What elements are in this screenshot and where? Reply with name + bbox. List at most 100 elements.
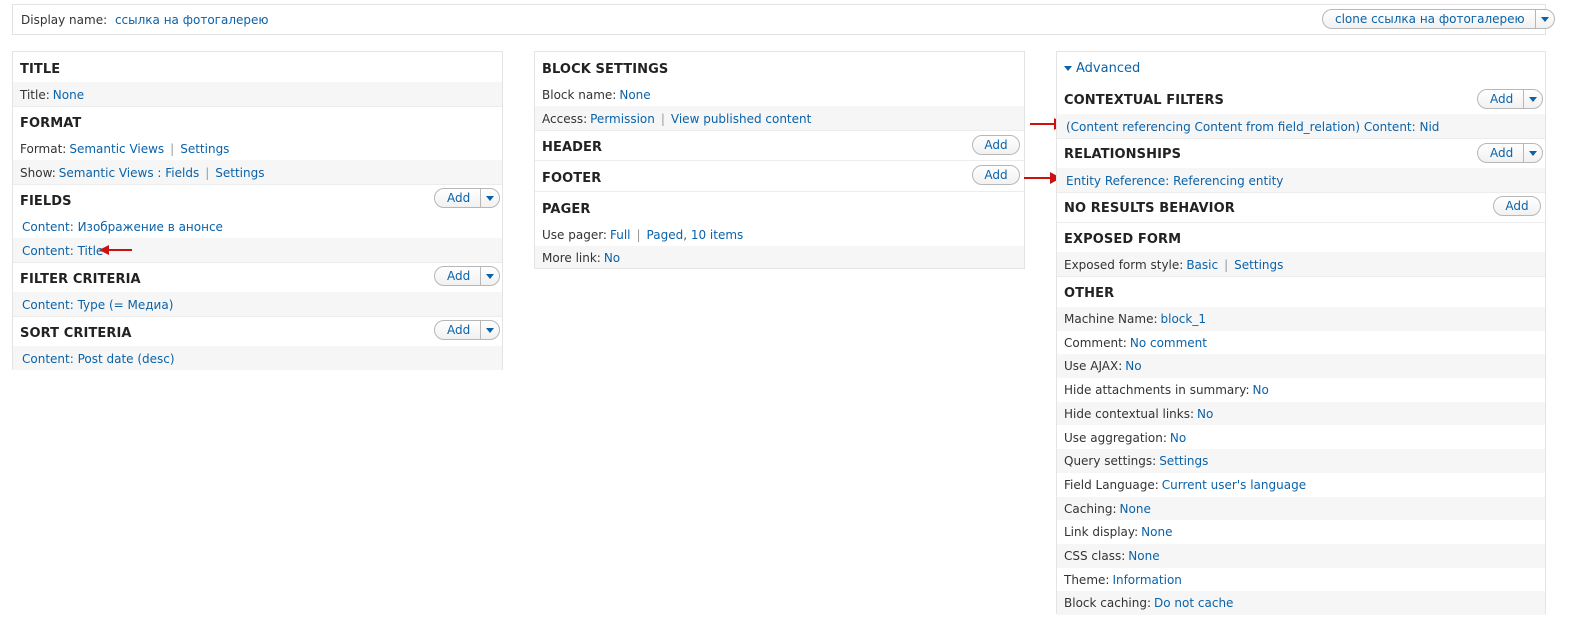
access-row: Access: Permission | View published content bbox=[535, 106, 1024, 130]
display-name-link[interactable]: ссылка на фотогалерею bbox=[115, 13, 269, 27]
exposed-form-label: Exposed form style: bbox=[1064, 258, 1184, 272]
clone-display-label[interactable]: clone ссылка на фотогалерею bbox=[1323, 10, 1535, 28]
other-setting-value-link[interactable]: None bbox=[1141, 525, 1172, 539]
other-setting-row: Hide contextual links: No bbox=[1057, 401, 1545, 426]
other-setting-value-link[interactable]: Current user's language bbox=[1162, 478, 1306, 492]
other-setting-item: Theme: Information bbox=[1064, 573, 1182, 587]
field-link-image[interactable]: Content: Изображение в анонсе bbox=[22, 220, 223, 234]
other-setting-item: Block caching: Do not cache bbox=[1064, 596, 1233, 610]
show-settings-link[interactable]: Settings bbox=[215, 166, 264, 180]
other-setting-value-link[interactable]: No bbox=[1197, 407, 1213, 421]
no-results-heading: NO RESULTS BEHAVIOR bbox=[1064, 201, 1235, 216]
other-setting-value-link[interactable]: block_1 bbox=[1161, 312, 1206, 326]
relationship-link[interactable]: Entity Reference: Referencing entity bbox=[1066, 174, 1283, 188]
header-add-button[interactable]: Add bbox=[972, 135, 1020, 155]
relationships-heading: RELATIONSHIPS bbox=[1064, 147, 1182, 162]
access-label: Access: bbox=[542, 112, 588, 126]
show-value-link[interactable]: Semantic Views : Fields bbox=[59, 166, 199, 180]
exposed-form-heading: EXPOSED FORM bbox=[1064, 232, 1182, 247]
use-pager-row: Use pager: Full | Paged, 10 items bbox=[535, 222, 1024, 246]
fields-section-heading: FIELDS bbox=[20, 194, 72, 209]
other-setting-label: Field Language: bbox=[1064, 477, 1159, 492]
pager-items-link[interactable]: Paged, 10 items bbox=[647, 228, 744, 242]
filter-add-button[interactable]: Add bbox=[434, 266, 501, 286]
other-setting-value-link[interactable]: No comment bbox=[1130, 336, 1207, 350]
contextual-filter-link[interactable]: (Content referencing Content from field_… bbox=[1066, 120, 1439, 134]
other-setting-item: Link display: None bbox=[1064, 525, 1172, 539]
show-item: Show: Semantic Views : Fields | Settings bbox=[20, 166, 265, 180]
other-setting-row: Comment: No comment bbox=[1057, 331, 1545, 355]
sort-add-label[interactable]: Add bbox=[435, 321, 480, 339]
use-pager-link[interactable]: Full bbox=[610, 228, 631, 242]
field-row: Content: Изображение в анонсе bbox=[13, 214, 502, 238]
relationships-add-label[interactable]: Add bbox=[1478, 144, 1523, 162]
no-results-add-button[interactable]: Add bbox=[1493, 196, 1541, 216]
other-setting-value-link[interactable]: None bbox=[1128, 549, 1159, 563]
more-link-value[interactable]: No bbox=[604, 251, 620, 265]
other-setting-value-link[interactable]: Information bbox=[1112, 573, 1181, 587]
title-value-link[interactable]: None bbox=[53, 88, 84, 102]
access-extra-link[interactable]: View published content bbox=[671, 112, 811, 126]
format-value-link[interactable]: Semantic Views bbox=[69, 142, 164, 156]
contextual-add-label[interactable]: Add bbox=[1478, 90, 1523, 108]
more-link-row: More link: No bbox=[535, 246, 1024, 268]
other-setting-row: Query settings: Settings bbox=[1057, 449, 1545, 473]
fields-add-dropdown[interactable] bbox=[480, 189, 499, 207]
chevron-down-icon bbox=[1540, 16, 1549, 22]
fields-add-label[interactable]: Add bbox=[435, 189, 480, 207]
other-setting-item: Use AJAX: No bbox=[1064, 359, 1142, 373]
block-name-link[interactable]: None bbox=[619, 88, 650, 102]
red-arrow-icon bbox=[99, 245, 132, 255]
advanced-label[interactable]: Advanced bbox=[1076, 61, 1140, 76]
other-setting-row: Caching: None bbox=[1057, 496, 1545, 521]
advanced-toggle[interactable]: Advanced bbox=[1064, 61, 1140, 76]
field-link-title[interactable]: Content: Title bbox=[22, 244, 103, 258]
display-name: Display name: ссылка на фотогалерею bbox=[21, 13, 268, 27]
header-section-heading: HEADER bbox=[542, 140, 603, 155]
other-setting-label: Link display: bbox=[1064, 525, 1139, 540]
relationships-add-button[interactable]: Add bbox=[1477, 143, 1544, 163]
format-label: Format: bbox=[20, 142, 67, 156]
filter-row: Content: Type (= Медиа) bbox=[13, 292, 502, 316]
exposed-form-item: Exposed form style: Basic | Settings bbox=[1064, 258, 1284, 272]
other-setting-value-link[interactable]: None bbox=[1120, 502, 1151, 516]
exposed-form-settings-link[interactable]: Settings bbox=[1234, 258, 1283, 272]
format-settings-link[interactable]: Settings bbox=[180, 142, 229, 156]
contextual-add-dropdown[interactable] bbox=[1523, 90, 1542, 108]
other-setting-value-link[interactable]: No bbox=[1253, 383, 1269, 397]
triangle-down-icon bbox=[1064, 66, 1072, 71]
block-name-label: Block name: bbox=[542, 88, 617, 102]
access-permission-link[interactable]: Permission bbox=[590, 112, 655, 126]
relationships-add-dropdown[interactable] bbox=[1523, 144, 1542, 162]
other-setting-label: Theme: bbox=[1064, 572, 1110, 587]
sort-section-heading: SORT CRITERIA bbox=[20, 326, 132, 341]
clone-dropdown-toggle[interactable] bbox=[1534, 10, 1554, 28]
sort-link-postdate[interactable]: Content: Post date (desc) bbox=[22, 352, 175, 366]
right-column: Advanced CONTEXTUAL FILTERS Add (Content… bbox=[1056, 51, 1546, 616]
contextual-row: (Content referencing Content from field_… bbox=[1057, 114, 1545, 138]
footer-add-button[interactable]: Add bbox=[972, 165, 1020, 185]
fields-add-button[interactable]: Add bbox=[434, 188, 501, 208]
other-setting-value-link[interactable]: No bbox=[1170, 431, 1186, 445]
sort-add-button[interactable]: Add bbox=[434, 320, 501, 340]
filter-link-type[interactable]: Content: Type (= Медиа) bbox=[22, 298, 173, 312]
contextual-add-button[interactable]: Add bbox=[1477, 89, 1544, 109]
other-setting-row: Field Language: Current user's language bbox=[1057, 473, 1545, 497]
other-setting-label: Query settings: bbox=[1064, 454, 1157, 469]
other-setting-value-link[interactable]: No bbox=[1125, 359, 1141, 373]
chevron-down-icon bbox=[486, 273, 495, 279]
other-setting-label: Comment: bbox=[1064, 335, 1127, 350]
filter-add-label[interactable]: Add bbox=[435, 267, 480, 285]
use-pager-item: Use pager: Full | Paged, 10 items bbox=[542, 228, 744, 242]
exposed-form-style-link[interactable]: Basic bbox=[1186, 258, 1218, 272]
left-column: TITLE Title: None FORMAT Format: Semantic … bbox=[12, 51, 503, 370]
other-setting-value-link[interactable]: Settings bbox=[1159, 454, 1208, 468]
chevron-down-icon bbox=[1529, 96, 1538, 102]
filter-add-dropdown[interactable] bbox=[480, 267, 499, 285]
other-setting-item: Query settings: Settings bbox=[1064, 454, 1208, 468]
other-setting-value-link[interactable]: Do not cache bbox=[1154, 596, 1233, 610]
other-setting-row: Theme: Information bbox=[1057, 568, 1545, 592]
use-pager-label: Use pager: bbox=[542, 228, 607, 242]
clone-display-button[interactable]: clone ссылка на фотогалерею bbox=[1322, 9, 1555, 29]
sort-add-dropdown[interactable] bbox=[480, 321, 499, 339]
